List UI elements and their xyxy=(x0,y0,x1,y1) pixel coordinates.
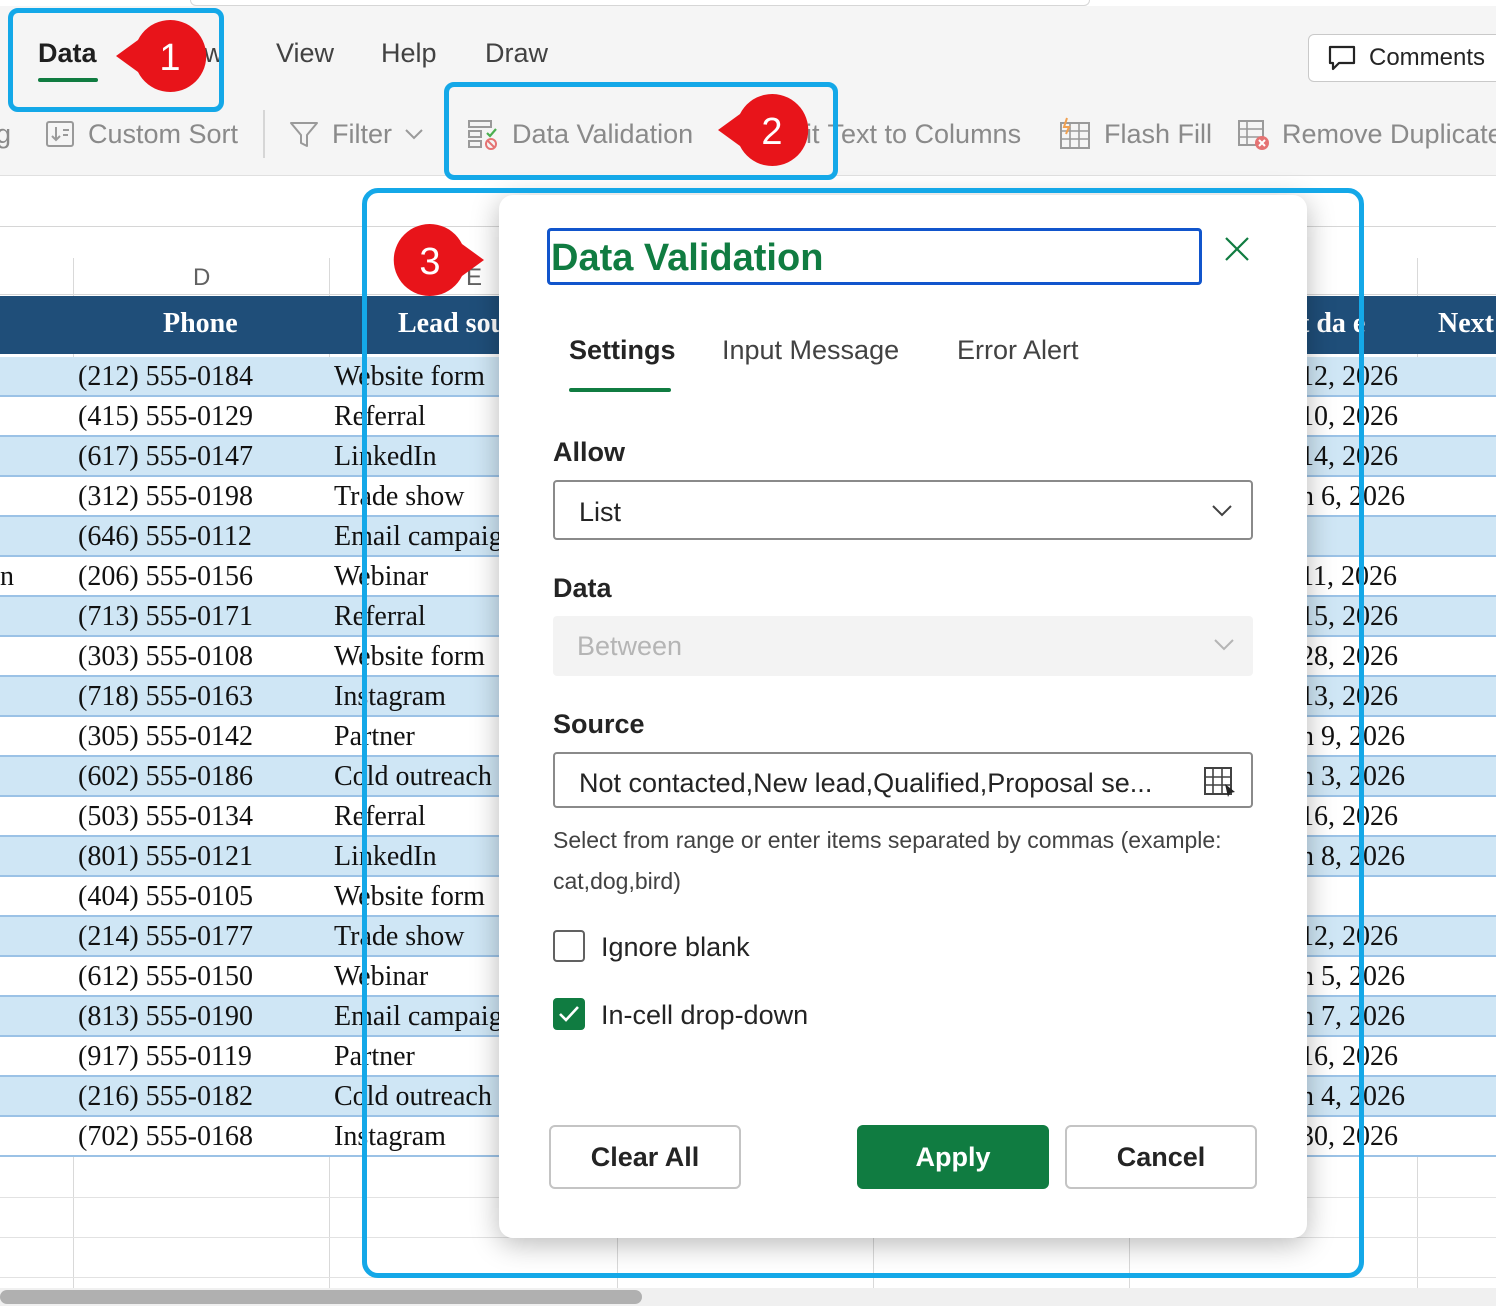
cell-partial[interactable]: n xyxy=(0,561,70,593)
filter-icon xyxy=(290,122,318,147)
callout-badge-1: 1 xyxy=(116,20,207,92)
remove-duplicates-label: Remove Duplicate xyxy=(1282,118,1496,149)
cell-phone[interactable]: (713) 555-0171 xyxy=(78,601,328,633)
tab-draw[interactable]: Draw xyxy=(485,38,548,69)
callout-number-3: 3 xyxy=(419,241,440,283)
custom-sort-label: Custom Sort xyxy=(88,118,239,149)
tab-view[interactable]: View xyxy=(276,38,334,69)
cell-phone[interactable]: (718) 555-0163 xyxy=(78,681,328,713)
chevron-down-icon xyxy=(405,129,423,140)
header-next-partial[interactable]: Next xyxy=(1438,308,1494,340)
callout-badge-2: 2 xyxy=(718,94,809,166)
text-to-columns-label: Text to Columns xyxy=(827,118,1022,149)
cell-phone[interactable]: (214) 555-0177 xyxy=(78,921,328,953)
cell-phone[interactable]: (617) 555-0147 xyxy=(78,441,328,473)
tab-help[interactable]: Help xyxy=(381,38,437,69)
callout-number-2: 2 xyxy=(761,111,782,153)
remove-duplicates-icon xyxy=(1238,120,1269,150)
cell-phone[interactable]: (646) 555-0112 xyxy=(78,521,328,553)
highlight-box-dialog xyxy=(362,188,1364,1278)
custom-sort-icon xyxy=(46,121,74,147)
cell-phone[interactable]: (312) 555-0198 xyxy=(78,481,328,513)
callout-badge-3: 3 xyxy=(393,224,484,296)
cell-phone[interactable]: (612) 555-0150 xyxy=(78,961,328,993)
filter-label: Filter xyxy=(332,118,392,149)
cell-phone[interactable]: (702) 555-0168 xyxy=(78,1121,328,1153)
cell-phone[interactable]: (206) 555-0156 xyxy=(78,561,328,593)
flash-fill-icon xyxy=(1060,117,1090,149)
flash-fill-button[interactable]: Flash Fill xyxy=(1058,92,1212,176)
sort-label-partial: g xyxy=(0,118,12,149)
horizontal-scrollbar-thumb[interactable] xyxy=(0,1290,642,1304)
menu-bar: Data w View Help Draw Comments xyxy=(0,6,1496,92)
remove-duplicates-button[interactable]: Remove Duplicate xyxy=(1236,92,1496,176)
cell-phone[interactable]: (917) 555-0119 xyxy=(78,1041,328,1073)
cell-phone[interactable]: (801) 555-0121 xyxy=(78,841,328,873)
cell-phone[interactable]: (602) 555-0186 xyxy=(78,761,328,793)
cell-phone[interactable]: (216) 555-0182 xyxy=(78,1081,328,1113)
comments-button[interactable]: Comments xyxy=(1308,34,1496,82)
header-phone[interactable]: Phone xyxy=(163,308,238,340)
flash-fill-label: Flash Fill xyxy=(1104,118,1213,149)
cell-phone[interactable]: (303) 555-0108 xyxy=(78,641,328,673)
cell-phone[interactable]: (503) 555-0134 xyxy=(78,801,328,833)
comments-label: Comments xyxy=(1369,44,1486,71)
text-to-columns-button[interactable]: it Text to Columns xyxy=(806,92,1021,176)
comment-icon xyxy=(1328,45,1356,71)
cell-phone[interactable]: (415) 555-0129 xyxy=(78,401,328,433)
cell-phone[interactable]: (813) 555-0190 xyxy=(78,1001,328,1033)
cell-phone[interactable]: (212) 555-0184 xyxy=(78,361,328,393)
column-letter-d[interactable]: D xyxy=(193,264,210,292)
filter-button[interactable]: Filter xyxy=(288,92,424,176)
cell-phone[interactable]: (404) 555-0105 xyxy=(78,881,328,913)
cell-phone[interactable]: (305) 555-0142 xyxy=(78,721,328,753)
callout-number-1: 1 xyxy=(159,37,180,79)
toolbar-divider xyxy=(263,110,265,158)
